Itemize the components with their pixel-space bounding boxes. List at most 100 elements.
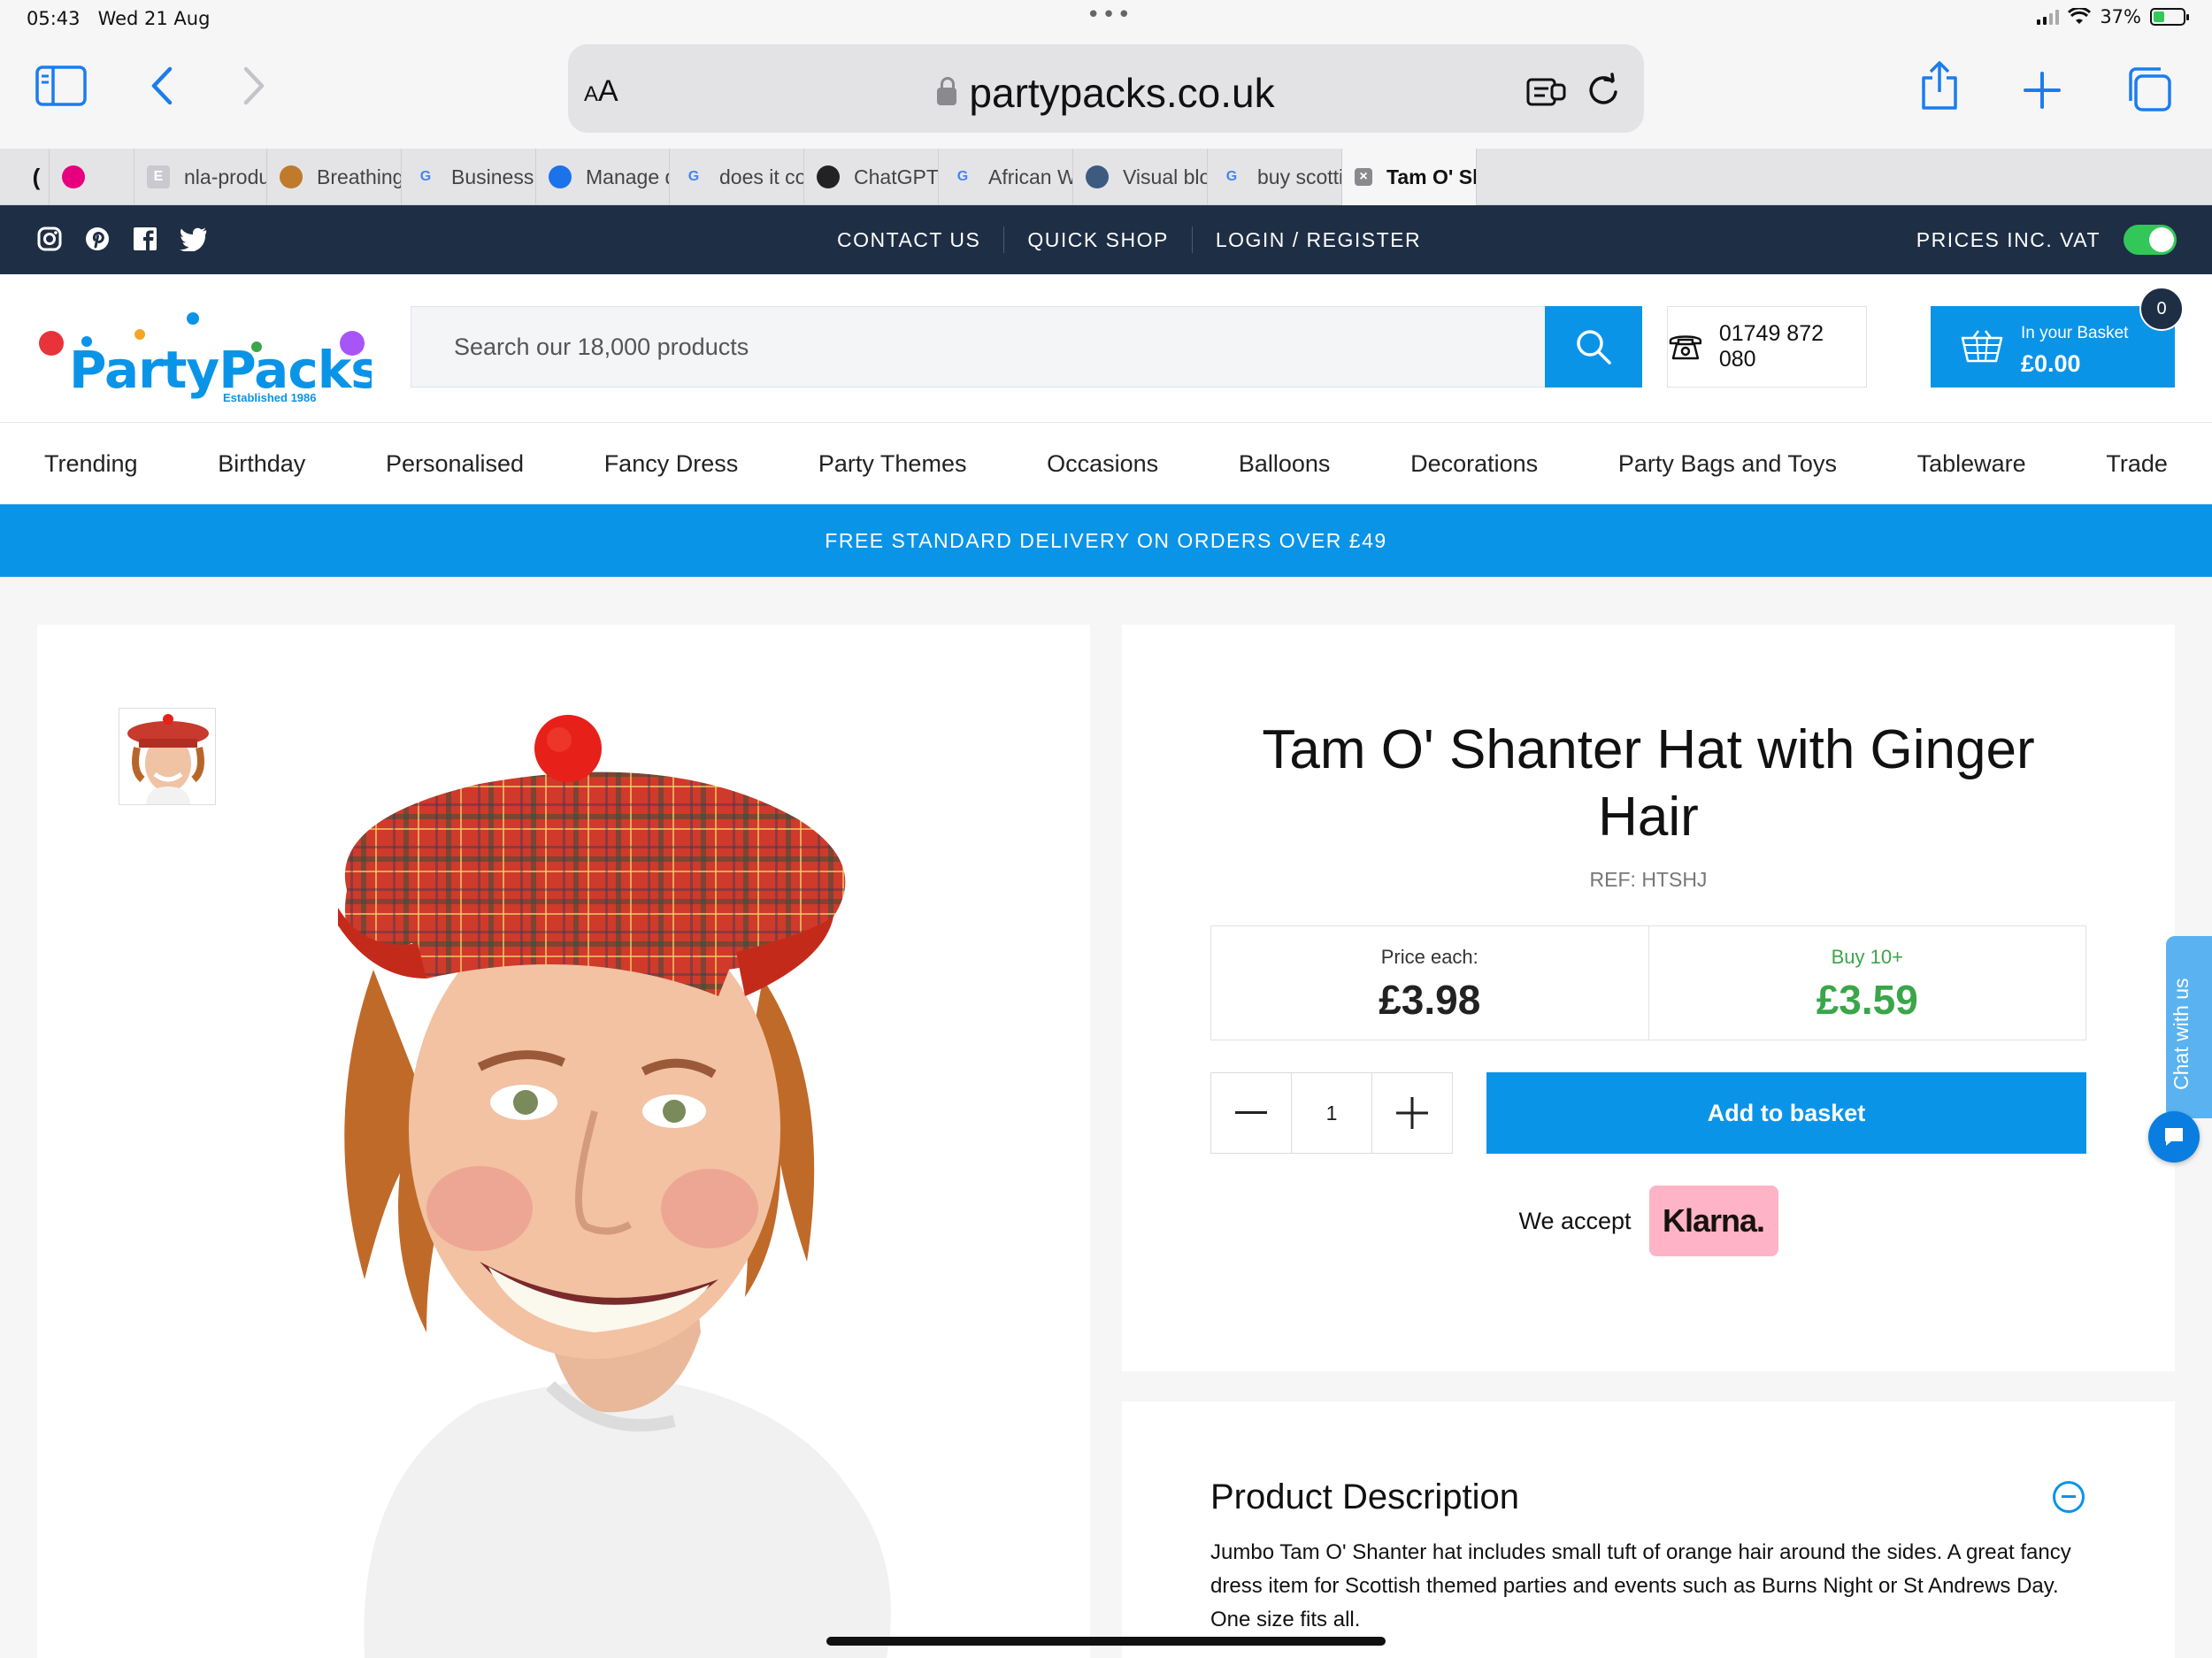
tab-label: African Wax... [988,165,1072,188]
decrease-quantity-button[interactable] [1211,1073,1291,1153]
tab-label: buy scottish... [1257,165,1341,188]
vat-toggle[interactable] [2124,225,2177,255]
phone-number: 01749 872 080 [1718,321,1824,372]
tab-label: Tam O' Shan... [1386,165,1476,188]
product-info-panel: Tam O' Shanter Hat with Ginger Hair REF:… [1122,625,2175,1371]
price-each-label: Price each: [1380,946,1479,968]
chat-button[interactable] [2148,1111,2200,1163]
reload-icon[interactable] [1586,73,1621,108]
nav-birthday[interactable]: Birthday [218,450,305,478]
basket-button[interactable]: In your Basket £0.00 0 [1931,287,2184,388]
browser-tab[interactable]: ( [12,149,50,205]
tab-favicon-c: ( [32,163,41,190]
nav-decorations[interactable]: Decorations [1410,450,1538,478]
nav-trending[interactable]: Trending [44,450,138,478]
multitasking-dots-icon[interactable]: ••• [1087,2,1133,28]
site-top-bar: CONTACT US QUICK SHOP LOGIN / REGISTER P… [0,205,2212,274]
price-each-value: £3.98 [1379,977,1481,1023]
price-each-cell: Price each: £3.98 [1211,926,1648,1040]
nav-party-themes[interactable]: Party Themes [818,450,967,478]
tab-label: ChatGPT [854,165,939,188]
back-icon[interactable] [149,65,175,106]
partypacks-logo[interactable]: PartyPacks Established 1986 [35,301,372,407]
nav-trade[interactable]: Trade [2106,450,2168,478]
close-tab-icon: × [1355,168,1372,186]
tab-label: Manage dom... [586,165,669,188]
increase-quantity-button[interactable] [1372,1073,1452,1153]
delivery-promo-banner[interactable]: FREE STANDARD DELIVERY ON ORDERS OVER £4… [0,504,2212,577]
collapse-description-icon[interactable] [2053,1481,2085,1513]
battery-icon [2150,8,2189,26]
forward-icon[interactable] [241,65,267,106]
nav-party-bags-and-toys[interactable]: Party Bags and Toys [1618,450,1837,478]
google-icon: G [687,169,700,184]
phone-number-box[interactable]: 01749 872 080 [1667,306,1867,388]
nav-personalised[interactable]: Personalised [386,450,524,478]
browser-tab[interactable]: Gdoes it cost... [670,149,804,205]
tab-strip: ( Enla-produc Breathing Int... G Business st… [0,149,2212,205]
browser-tab[interactable]: Breathing Int... [267,149,402,205]
minus-icon [1235,1111,1267,1114]
new-tab-icon[interactable] [2023,71,2062,110]
facebook-icon[interactable] [131,225,159,253]
search-input[interactable]: Search our 18,000 products [411,306,1642,388]
browser-tab[interactable]: G African Wax... [939,149,1073,205]
pinterest-icon[interactable] [83,225,111,253]
browser-tab[interactable]: Manage dom... [536,149,670,205]
wifi-icon [2068,8,2092,24]
product-image-panel [37,625,1090,1658]
site-header: PartyPacks Established 1986 Search our 1… [0,274,2212,423]
product-thumbnail[interactable] [119,708,216,805]
chat-with-us-tab[interactable]: Chat with us [2166,936,2212,1118]
browser-tab[interactable] [50,149,134,205]
hexagon-icon [549,165,572,188]
bulk-price-label: Buy 10+ [1831,946,1903,968]
nav-occasions[interactable]: Occasions [1047,450,1158,478]
address-bar[interactable]: AA partypacks.co.uk [568,44,1644,133]
basket-label: In your Basket [2021,324,2129,342]
quantity-input[interactable]: 1 [1291,1073,1372,1153]
cellular-signal-icon [2037,9,2060,25]
browser-tab[interactable]: Gbuy scottish... [1208,149,1342,205]
price-table: Price each: £3.98 Buy 10+ £3.59 [1210,925,2086,1040]
browser-tab[interactable]: Enla-produc [134,149,267,205]
tab-label: Breathing Int... [317,165,402,188]
openai-icon [817,165,840,188]
tab-overview-icon[interactable] [2125,65,2173,113]
instagram-icon[interactable] [35,225,64,253]
twitter-icon[interactable] [179,225,207,253]
svg-text:Established 1986: Established 1986 [223,391,317,404]
description-heading: Product Description [1210,1478,1520,1516]
quantity-stepper: 1 [1210,1072,1453,1154]
nav-fancy-dress[interactable]: Fancy Dress [604,450,739,478]
search-button[interactable] [1545,306,1642,388]
add-to-basket-button[interactable]: Add to basket [1486,1072,2086,1154]
product-main-image[interactable] [303,713,1028,1658]
bulk-price-cell: Buy 10+ £3.59 [1647,926,2086,1040]
extension-icon[interactable] [1525,73,1568,108]
login-register-link[interactable]: LOGIN / REGISTER [1193,226,1444,253]
browser-tab[interactable]: ChatGPT [804,149,939,205]
contact-us-link[interactable]: CONTACT US [814,226,1005,253]
vat-label: PRICES INC. VAT [1916,227,2101,251]
share-icon[interactable] [1918,60,1961,111]
tab-strip-edge [0,149,12,204]
nav-tableware[interactable]: Tableware [1917,450,2026,478]
we-accept-label: We accept [1518,1207,1632,1234]
browser-tab[interactable]: G Business str... [402,149,536,205]
product-title: Tam O' Shanter Hat with Ginger Hair [1262,719,2035,848]
status-bar: 05:43 Wed 21 Aug ••• 37% [0,0,2212,39]
home-indicator[interactable] [826,1637,1386,1646]
search-icon [1577,330,1611,365]
klarna-logo: Klarna. [1648,1186,1778,1256]
tab-label: Visual blog... [1123,165,1207,188]
browser-tab[interactable]: Visual blog... [1073,149,1208,205]
browser-tab[interactable]: × Tam O' Shan... [1342,149,1477,205]
url-text: partypacks.co.uk [969,70,1275,116]
search-placeholder: Search our 18,000 products [454,334,749,360]
nav-balloons[interactable]: Balloons [1239,450,1331,478]
lock-icon [937,77,957,105]
sidebar-icon[interactable] [35,65,87,106]
tab-label: nla-produc [184,165,266,188]
quick-shop-link[interactable]: QUICK SHOP [1004,226,1193,253]
